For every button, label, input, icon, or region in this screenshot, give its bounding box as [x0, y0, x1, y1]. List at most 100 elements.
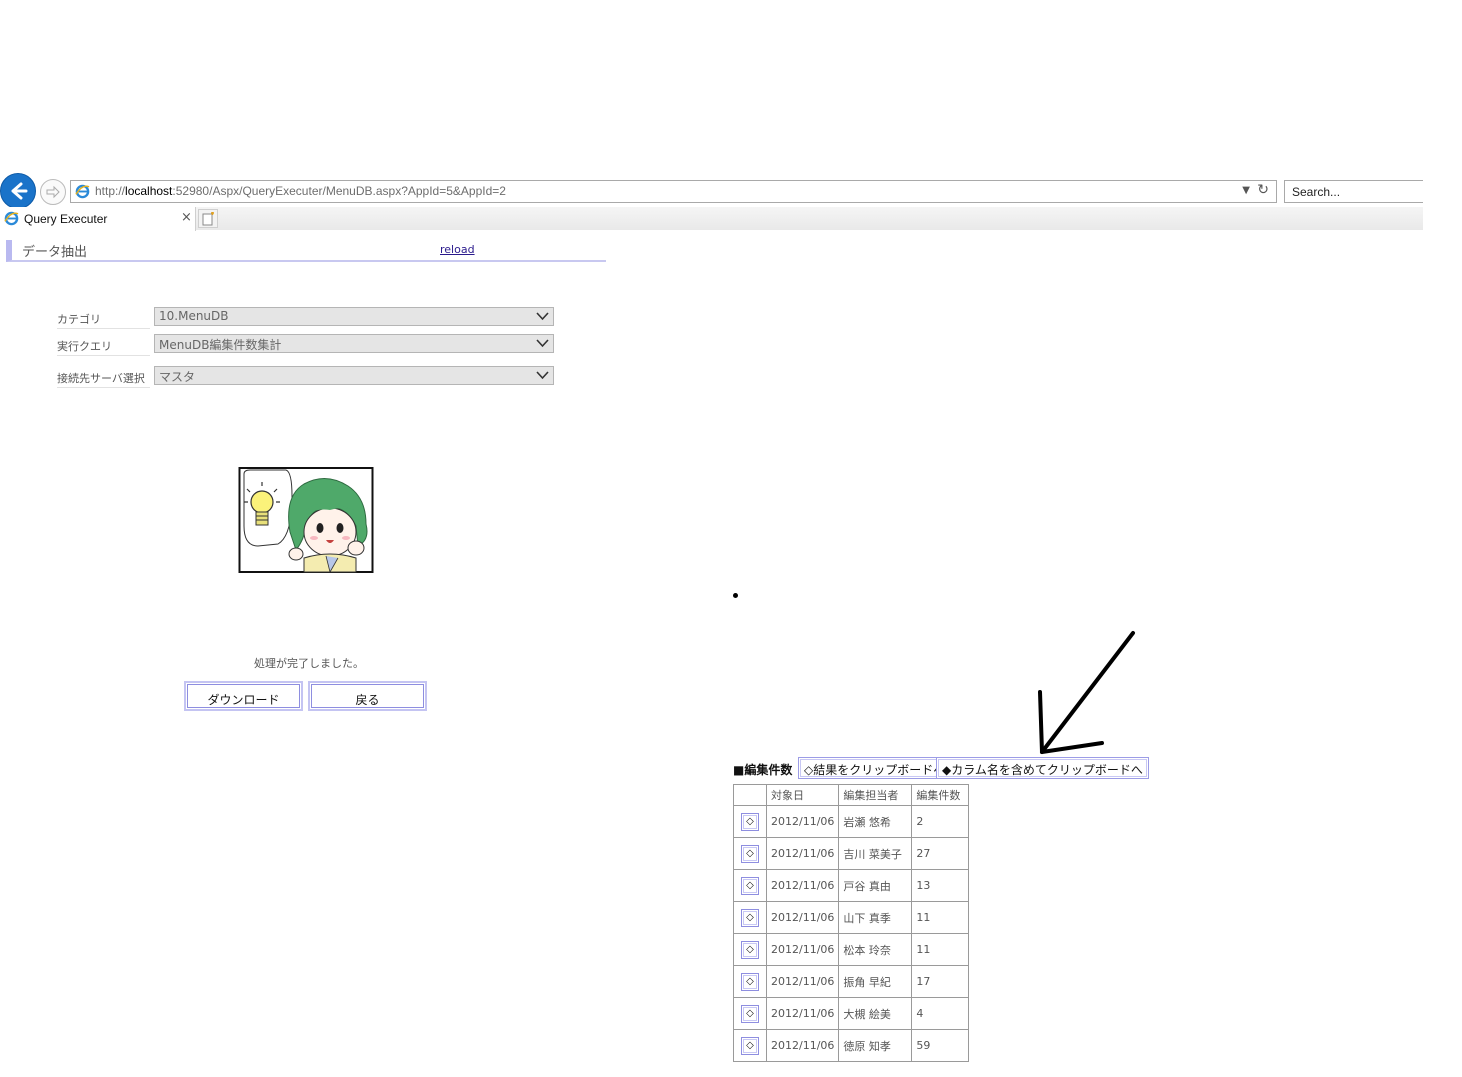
table-row: ◇ 2012/11/06 戸谷 真由 13 — [733, 869, 970, 902]
date-cell: 2012/11/06 — [765, 1029, 840, 1062]
row-copy-label: ◇ — [743, 878, 757, 893]
server-select[interactable]: マスタ — [154, 366, 554, 385]
row-copy-button[interactable]: ◇ — [741, 908, 759, 927]
table-row: ◇ 2012/11/06 徳原 知孝 59 — [733, 1029, 970, 1062]
date-cell: 2012/11/06 — [765, 805, 840, 838]
count-cell: 11 — [911, 901, 970, 934]
editor-cell: 大槻 絵美 — [838, 997, 913, 1030]
count-cell: 4 — [911, 997, 970, 1030]
row-copy-label: ◇ — [743, 942, 757, 957]
back-page-button-label: 戻る — [311, 684, 424, 708]
forward-button[interactable] — [40, 179, 66, 205]
editor-cell: 岩瀬 悠希 — [838, 805, 913, 838]
address-url[interactable]: http://localhost:52980/Aspx/QueryExecute… — [95, 184, 506, 198]
row-copy-label: ◇ — [743, 974, 757, 989]
query-select[interactable]: MenuDB編集件数集計 — [154, 334, 554, 353]
row-copy-button[interactable]: ◇ — [741, 1004, 759, 1023]
forward-arrow-icon — [46, 185, 60, 199]
copy-results-button[interactable]: ◇結果をクリップボードへ — [798, 757, 952, 779]
row-copy-button[interactable]: ◇ — [741, 940, 759, 959]
new-tab-button[interactable] — [198, 209, 218, 228]
date-cell: 2012/11/06 — [765, 965, 840, 998]
form-row-server: 接続先サーバ選択 マスタ — [57, 366, 554, 392]
row-copy-button[interactable]: ◇ — [741, 812, 759, 831]
copy-results-label: ◇結果をクリップボードへ — [800, 759, 950, 777]
server-value: マスタ — [159, 370, 196, 384]
row-copy-label: ◇ — [743, 1006, 757, 1021]
close-icon[interactable]: × — [181, 210, 192, 225]
mascot-illustration — [238, 467, 374, 574]
table-row: ◇ 2012/11/06 振角 早紀 17 — [733, 965, 970, 998]
back-arrow-icon — [11, 182, 28, 200]
column-header — [733, 784, 767, 806]
chevron-down-icon — [536, 371, 549, 380]
download-button[interactable]: ダウンロード — [184, 681, 303, 711]
editor-cell: 吉川 菜美子 — [838, 837, 913, 870]
category-value: 10.MenuDB — [159, 309, 229, 323]
query-value: MenuDB編集件数集計 — [159, 338, 282, 352]
chevron-down-icon — [536, 312, 549, 321]
row-copy-button[interactable]: ◇ — [741, 876, 759, 895]
category-select[interactable]: 10.MenuDB — [154, 307, 554, 326]
column-header: 対象日 — [765, 784, 840, 806]
count-cell: 2 — [911, 805, 970, 838]
date-cell: 2012/11/06 — [765, 997, 840, 1030]
row-copy-button[interactable]: ◇ — [741, 972, 759, 991]
back-button[interactable] — [0, 173, 36, 209]
table-row: ◇ 2012/11/06 大槻 絵美 4 — [733, 997, 970, 1030]
ie-icon — [4, 211, 19, 230]
page-header: データ抽出 reload — [6, 240, 606, 262]
result-table: 対象日 編集担当者 編集件数 ◇ 2012/11/06 岩瀬 悠希 2 ◇ 20… — [733, 784, 970, 1062]
tab-title: Query Executer — [24, 212, 108, 226]
count-cell: 27 — [911, 837, 970, 870]
ie-icon — [75, 184, 90, 203]
date-cell: 2012/11/06 — [765, 933, 840, 966]
editor-cell: 山下 真季 — [838, 901, 913, 934]
editor-cell: 戸谷 真由 — [838, 869, 913, 902]
search-input[interactable]: Search... — [1284, 180, 1423, 203]
count-cell: 59 — [911, 1029, 970, 1062]
status-message: 処理が完了しました。 — [254, 657, 364, 670]
row-copy-button[interactable]: ◇ — [741, 1036, 759, 1055]
copy-with-columns-label: ◆カラム名を含めてクリップボードへ — [938, 759, 1147, 777]
table-row: ◇ 2012/11/06 松本 玲奈 11 — [733, 933, 970, 966]
form-row-category: カテゴリ 10.MenuDB — [57, 307, 554, 333]
editor-cell: 振角 早紀 — [838, 965, 913, 998]
column-header: 編集担当者 — [838, 784, 913, 806]
date-cell: 2012/11/06 — [765, 901, 840, 934]
count-cell: 13 — [911, 869, 970, 902]
table-row: ◇ 2012/11/06 岩瀬 悠希 2 — [733, 805, 970, 838]
download-button-label: ダウンロード — [187, 684, 300, 708]
tab-query-executer[interactable]: Query Executer × — [0, 207, 196, 231]
row-copy-label: ◇ — [743, 910, 757, 925]
chevron-down-icon — [536, 339, 549, 348]
refresh-icon[interactable]: ↻ — [1257, 182, 1269, 198]
category-label: カテゴリ — [57, 305, 150, 329]
table-row: ◇ 2012/11/06 吉川 菜美子 27 — [733, 837, 970, 870]
count-cell: 17 — [911, 965, 970, 998]
query-label: 実行クエリ — [57, 332, 150, 356]
reload-link[interactable]: reload — [440, 243, 475, 256]
row-copy-button[interactable]: ◇ — [741, 844, 759, 863]
date-cell: 2012/11/06 — [765, 869, 840, 902]
column-header: 編集件数 — [911, 784, 970, 806]
table-header-row: 対象日 編集担当者 編集件数 — [733, 784, 970, 806]
row-copy-label: ◇ — [743, 1038, 757, 1053]
server-label: 接続先サーバ選択 — [57, 364, 150, 388]
result-heading: ■編集件数 — [733, 763, 793, 777]
date-cell: 2012/11/06 — [765, 837, 840, 870]
row-copy-label: ◇ — [743, 846, 757, 861]
table-row: ◇ 2012/11/06 山下 真季 11 — [733, 901, 970, 934]
copy-with-columns-button[interactable]: ◆カラム名を含めてクリップボードへ — [936, 757, 1149, 779]
address-bar[interactable]: http://localhost:52980/Aspx/QueryExecute… — [70, 180, 1277, 203]
row-copy-label: ◇ — [743, 814, 757, 829]
annotation-arrow-icon — [1038, 631, 1135, 754]
stray-dot — [733, 593, 738, 598]
form-row-query: 実行クエリ MenuDB編集件数集計 — [57, 334, 554, 360]
count-cell: 11 — [911, 933, 970, 966]
chevron-down-icon[interactable]: ▼ — [1242, 185, 1250, 196]
back-page-button[interactable]: 戻る — [308, 681, 427, 711]
new-tab-icon — [202, 212, 214, 226]
editor-cell: 松本 玲奈 — [838, 933, 913, 966]
page-title: データ抽出 — [22, 245, 88, 260]
